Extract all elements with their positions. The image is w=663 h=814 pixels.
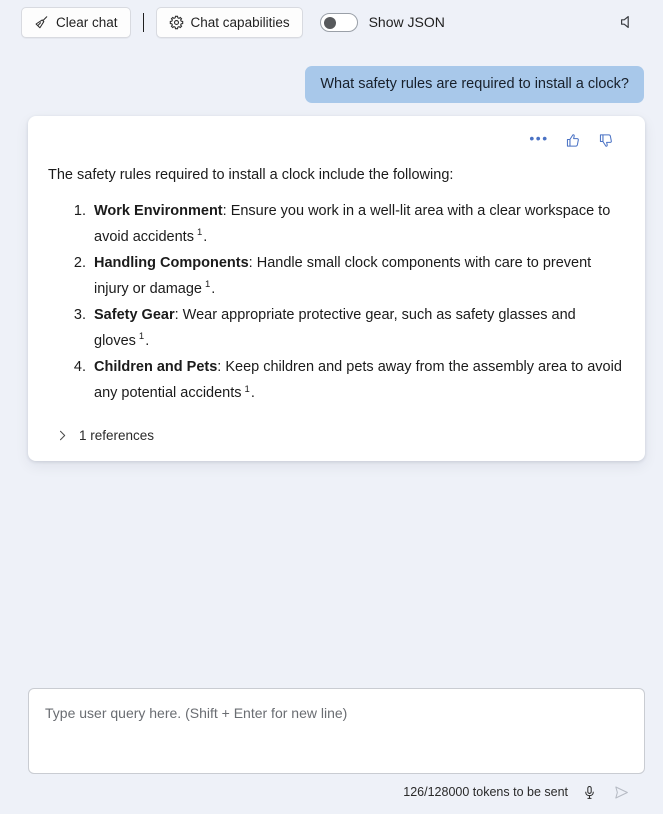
show-json-control: Show JSON	[319, 12, 445, 32]
list-item-title: Children and Pets	[94, 359, 218, 376]
list-item: Work Environment: Ensure you work in a w…	[90, 198, 625, 250]
toolbar-divider	[142, 12, 144, 32]
composer: 126/128000 tokens to be sent	[0, 688, 663, 814]
list-item-title: Safety Gear	[94, 307, 175, 324]
conversation: What safety rules are required to instal…	[0, 44, 663, 462]
citation-link[interactable]: 1	[136, 331, 145, 342]
composer-footer: 126/128000 tokens to be sent	[19, 776, 644, 808]
chevron-right-icon	[56, 429, 69, 442]
list-item-trailing: .	[211, 280, 216, 297]
query-input[interactable]	[43, 702, 630, 760]
thumbs-up-icon[interactable]	[562, 130, 582, 150]
response-actions: •••	[48, 126, 625, 154]
composer-box[interactable]	[28, 688, 645, 774]
clear-chat-button[interactable]: Clear chat	[21, 6, 131, 38]
user-message-row: What safety rules are required to instal…	[19, 66, 644, 104]
chat-capabilities-button[interactable]: Chat capabilities	[155, 6, 303, 38]
response-intro: The safety rules required to install a c…	[48, 167, 454, 184]
list-item: Children and Pets: Keep children and pet…	[90, 354, 625, 406]
show-json-toggle[interactable]	[319, 12, 358, 32]
gear-icon	[169, 15, 184, 30]
list-item-trailing: .	[250, 385, 255, 402]
safety-rules-list: Work Environment: Ensure you work in a w…	[48, 198, 625, 407]
token-count-label: 126/128000 tokens to be sent	[403, 785, 568, 799]
microphone-icon[interactable]	[578, 781, 600, 803]
send-icon[interactable]	[610, 781, 632, 803]
assistant-response-card: ••• The safety rules required to install…	[28, 116, 645, 462]
toolbar-right-group	[613, 8, 649, 36]
user-message-bubble: What safety rules are required to instal…	[305, 66, 644, 104]
citation-link[interactable]: 1	[202, 279, 211, 290]
citation-link[interactable]: 1	[242, 384, 251, 395]
list-item: Safety Gear: Wear appropriate protective…	[90, 302, 625, 354]
list-item: Handling Components: Handle small clock …	[90, 250, 625, 302]
chat-capabilities-label: Chat capabilities	[190, 14, 290, 30]
list-item-title: Work Environment	[94, 202, 223, 219]
references-label: 1 references	[79, 428, 155, 444]
list-item-trailing: .	[203, 228, 208, 245]
ellipsis-icon[interactable]: •••	[529, 130, 549, 150]
clear-chat-label: Clear chat	[56, 14, 118, 30]
list-item-trailing: .	[145, 333, 150, 350]
citation-link[interactable]: 1	[194, 227, 203, 238]
toolbar: Clear chat Chat capabilities Show JSON	[0, 0, 663, 44]
references-toggle[interactable]: 1 references	[48, 428, 625, 443]
list-item-title: Handling Components	[94, 254, 249, 271]
speaker-icon[interactable]	[613, 8, 641, 36]
show-json-label: Show JSON	[368, 14, 445, 30]
broom-icon	[34, 15, 49, 30]
toggle-knob	[323, 16, 336, 29]
thumbs-down-icon[interactable]	[595, 130, 615, 150]
